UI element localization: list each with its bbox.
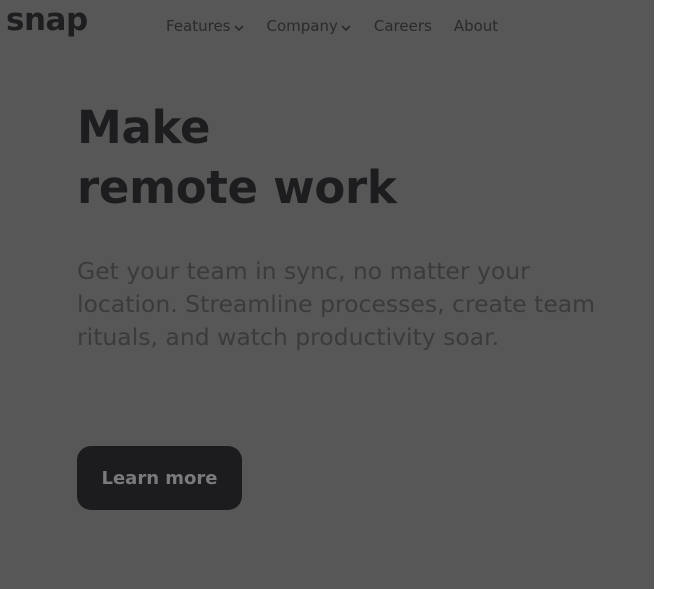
chevron-down-icon (340, 22, 352, 34)
hero-title-line-1: Make (77, 101, 211, 154)
hero-description: Get your team in sync, no matter your lo… (77, 257, 596, 351)
main-nav: Features Company Careers About (166, 15, 498, 37)
nav-item-label: Company (266, 17, 338, 35)
page-overlay: snap Features Company Careers About Make… (0, 0, 654, 589)
nav-item-label: Careers (373, 17, 432, 35)
nav-item-label: Features (166, 17, 231, 35)
hero-title: Make remote work (77, 98, 397, 218)
nav-item-label: About (453, 17, 499, 35)
hero-title-line-2: remote work (77, 161, 397, 214)
chevron-down-icon (233, 22, 245, 34)
snap-logo[interactable]: snap (6, 0, 88, 40)
nav-item-features[interactable]: Features (166, 17, 245, 35)
nav-item-careers[interactable]: Careers (374, 17, 432, 35)
learn-more-button[interactable]: Learn more (77, 446, 242, 510)
nav-item-company[interactable]: Company (267, 17, 352, 35)
nav-item-about[interactable]: About (454, 17, 498, 35)
